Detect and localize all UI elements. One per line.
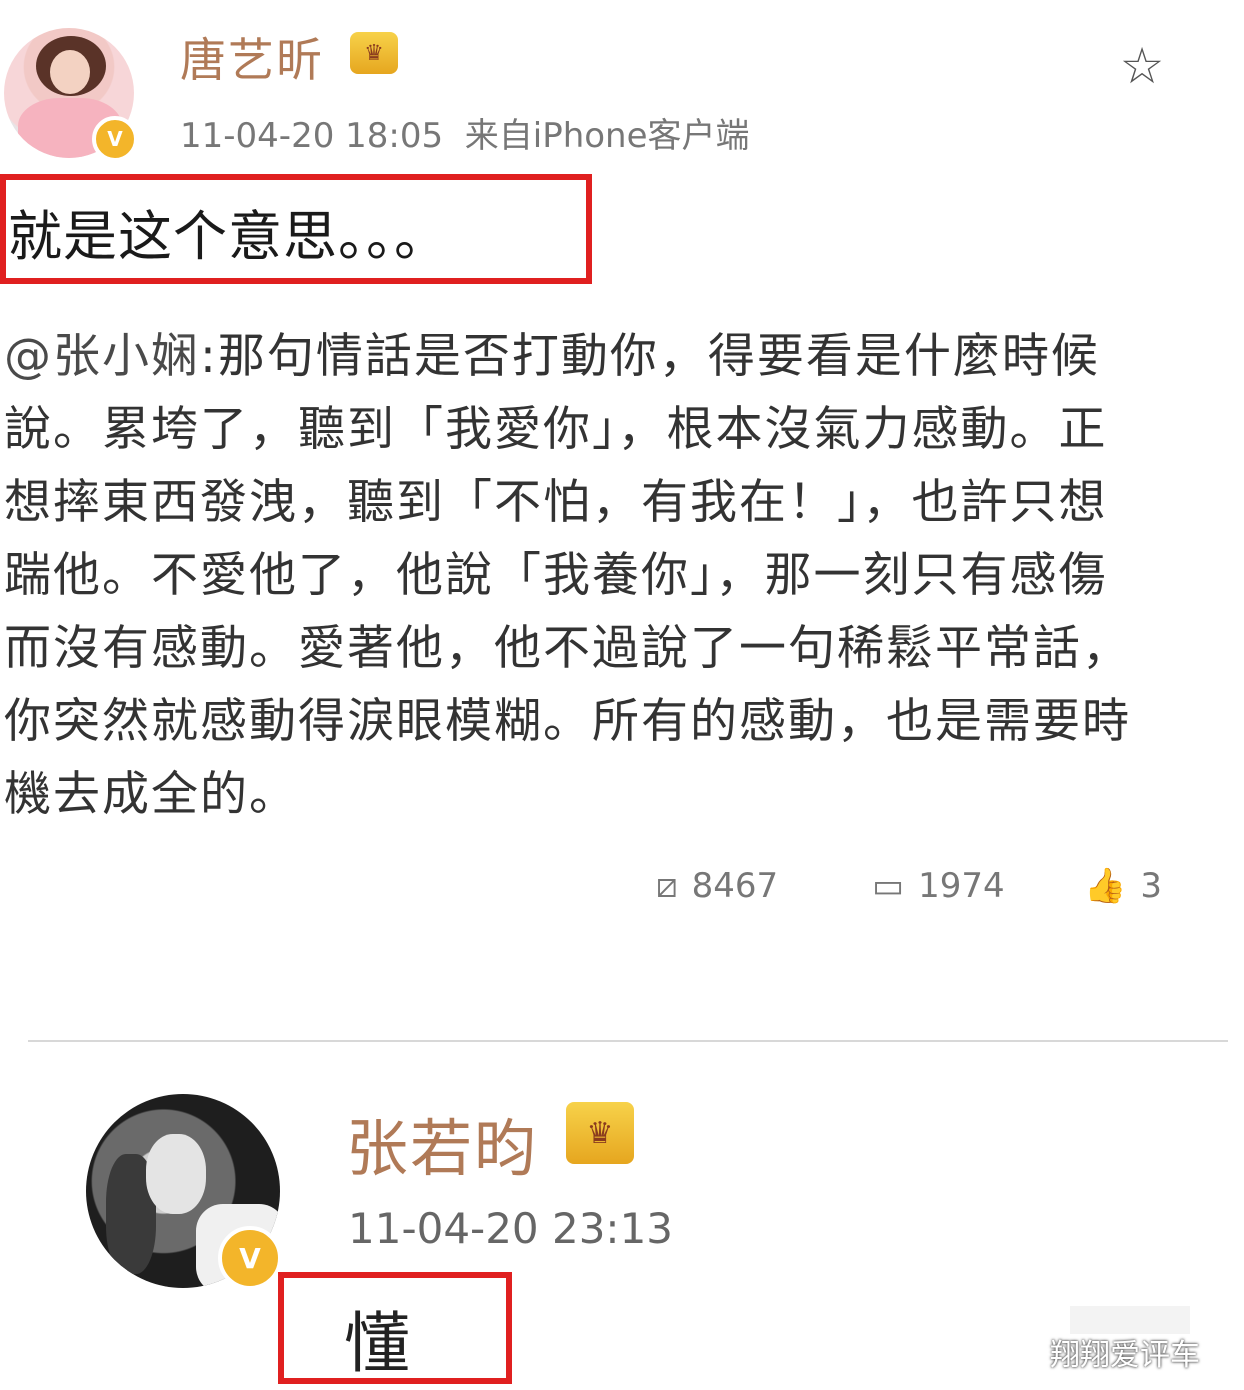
verified-v-icon: V xyxy=(218,1226,282,1290)
post-timestamp[interactable]: 11-04-20 23:13 xyxy=(348,1204,673,1253)
quoted-post-text: :那句情話是否打動你，得要看是什麼時候說。累垮了，聽到「我愛你」，根本沒氣力感動… xyxy=(4,329,1131,822)
repost-icon: ⧄ xyxy=(656,866,678,906)
post-username[interactable]: 唐艺昕 xyxy=(180,24,324,90)
comment-icon: ▭ xyxy=(872,866,905,906)
post-text: 就是这个意思。。。 xyxy=(8,205,449,268)
star-outline-icon[interactable]: ☆ xyxy=(1116,40,1168,92)
comment-count: 1974 xyxy=(918,866,1005,906)
vip-crown-icon[interactable]: ♛ xyxy=(350,32,398,74)
post-source: 来自iPhone客户端 xyxy=(464,116,750,156)
verified-v-icon: V xyxy=(92,116,138,162)
like-button[interactable]: 👍 3 xyxy=(1084,866,1162,906)
post-username[interactable]: 张若昀 xyxy=(346,1098,538,1188)
post-meta: 11-04-20 18:05 来自iPhone客户端 xyxy=(180,108,750,157)
comment-button[interactable]: ▭ 1974 xyxy=(872,866,1005,906)
quoted-post[interactable]: @张小娴:那句情話是否打動你，得要看是什麼時候說。累垮了，聽到「我愛你」，根本沒… xyxy=(4,320,1144,831)
vip-crown-icon[interactable]: ♛ xyxy=(566,1102,634,1164)
avatar-face xyxy=(50,50,90,94)
thumbs-up-icon: 👍 xyxy=(1084,866,1127,906)
mention-link[interactable]: @张小娴 xyxy=(4,329,200,384)
repost-button[interactable]: ⧄ 8467 xyxy=(656,866,778,906)
divider xyxy=(28,1040,1228,1042)
post-timestamp[interactable]: 11-04-20 18:05 xyxy=(180,116,443,156)
avatar-shape xyxy=(146,1134,206,1214)
like-count: 3 xyxy=(1140,866,1162,906)
post-text: 懂 xyxy=(344,1305,410,1382)
watermark: 翔翔爱评车 xyxy=(1050,1338,1200,1373)
repost-count: 8467 xyxy=(691,866,779,906)
